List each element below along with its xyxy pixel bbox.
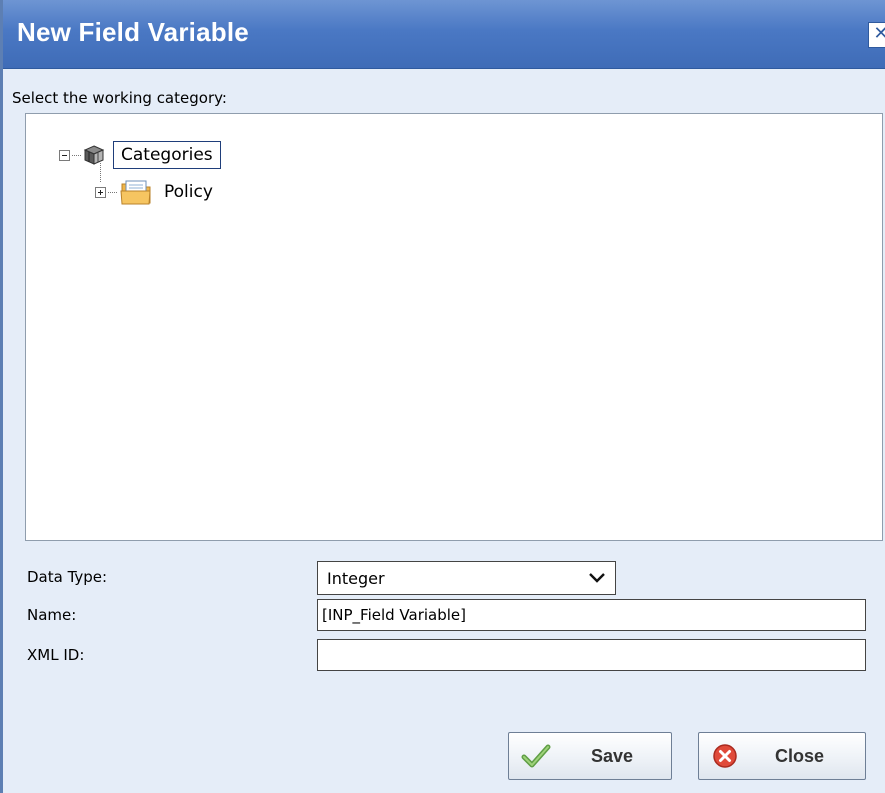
tree-node-categories[interactable]: Categories: [59, 141, 221, 169]
close-button[interactable]: Close: [698, 732, 866, 780]
tree-connector: [108, 191, 117, 193]
xml-id-label: XML ID:: [27, 646, 85, 664]
data-type-select[interactable]: Integer: [317, 561, 616, 595]
checkmark-icon: [521, 744, 551, 768]
collapse-icon[interactable]: [59, 149, 70, 161]
tree-connector: [72, 154, 81, 156]
categories-cube-icon: [83, 145, 105, 165]
category-tree-panel[interactable]: Categories Policy: [25, 113, 883, 541]
close-button-label: Close: [775, 745, 825, 766]
tree-node-policy[interactable]: Policy: [95, 178, 220, 206]
tree-node-label[interactable]: Categories: [113, 141, 221, 169]
chevron-down-icon[interactable]: [588, 571, 606, 585]
save-button[interactable]: Save: [508, 732, 672, 780]
tree-node-label[interactable]: Policy: [157, 179, 220, 205]
data-type-value: Integer: [327, 569, 385, 588]
tree-prompt-label: Select the working category:: [12, 89, 227, 107]
name-label: Name:: [27, 606, 77, 624]
save-button-label: Save: [591, 745, 634, 766]
dialog-title: New Field Variable: [17, 17, 249, 47]
window-close-icon[interactable]: ✕: [868, 22, 885, 48]
title-bar[interactable]: New Field Variable ✕: [3, 0, 885, 69]
xml-id-field[interactable]: [317, 639, 866, 671]
close-circle-icon: [713, 744, 737, 768]
name-field[interactable]: [INP_Field Variable]: [317, 599, 866, 631]
data-type-label: Data Type:: [27, 568, 108, 586]
expand-icon[interactable]: [95, 186, 106, 198]
policy-folder-icon: [120, 180, 151, 205]
new-field-variable-dialog: New Field Variable ✕ Select the working …: [0, 0, 885, 793]
